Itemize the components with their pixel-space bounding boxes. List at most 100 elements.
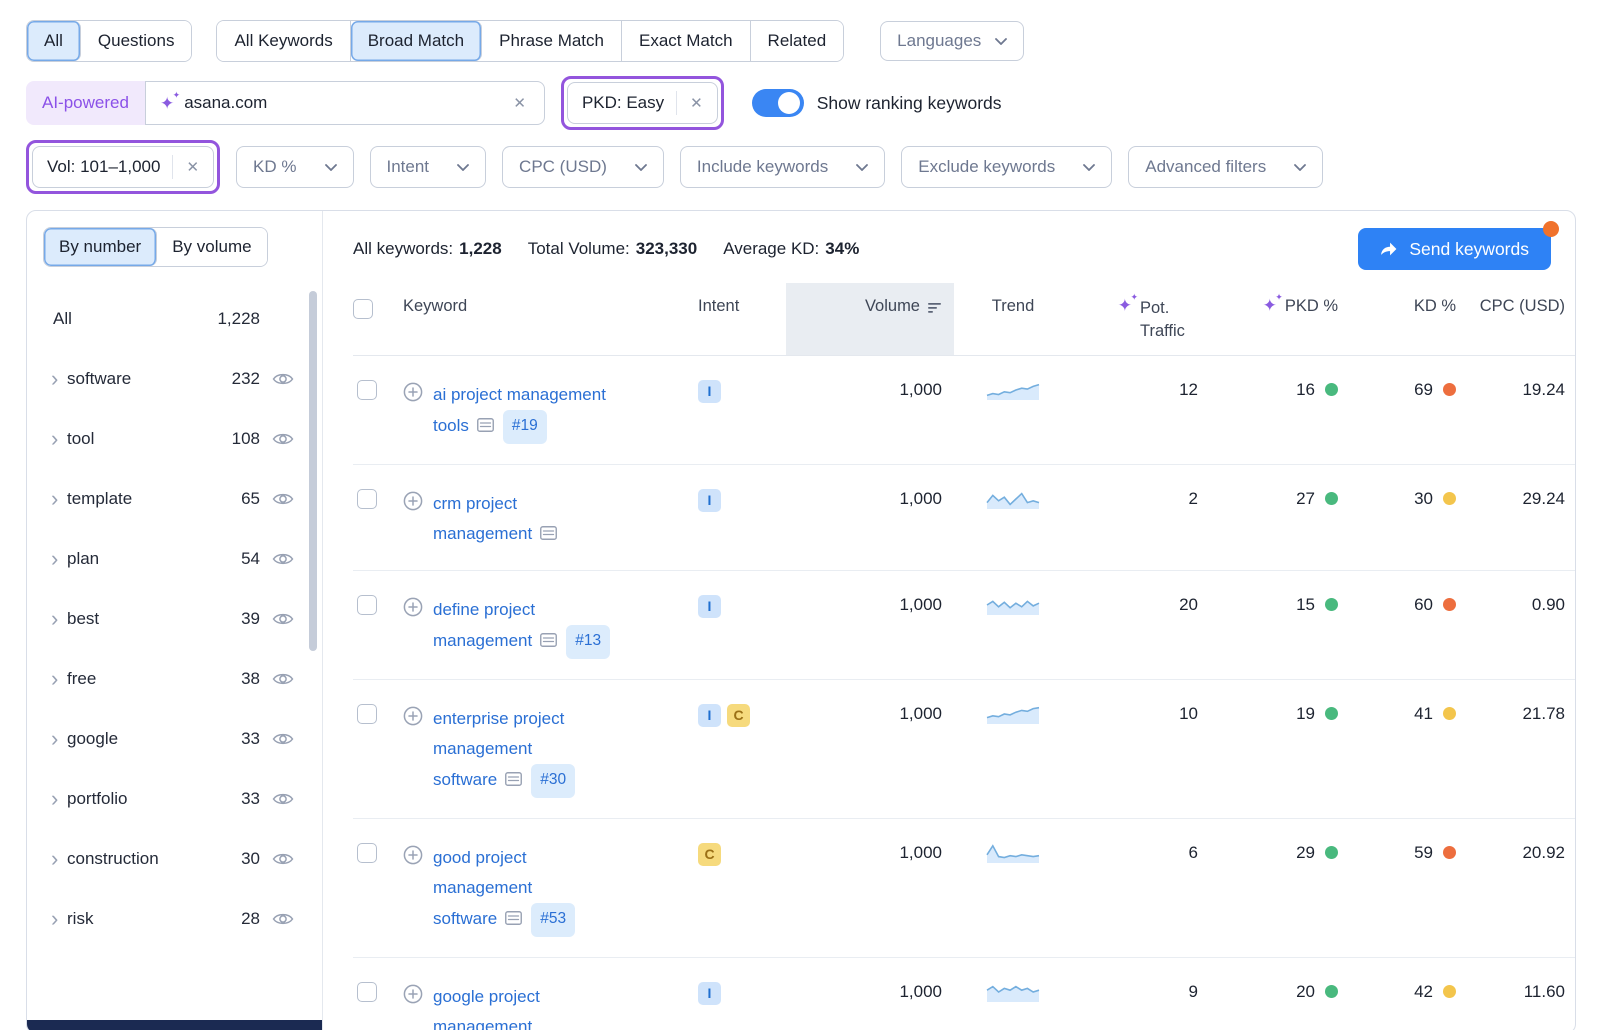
add-keyword-icon[interactable] [403,706,423,798]
eye-icon[interactable] [260,611,298,627]
keyword-group-row[interactable]: › construction 30 [41,829,298,889]
filter-dropdown-include-keywords[interactable]: Include keywords [680,146,885,188]
tab-exact-match[interactable]: Exact Match [622,21,751,61]
keyword-table-row: google projectmanagementtool #36 I 1,000… [353,957,1576,1030]
keyword-link[interactable]: good projectmanagementsoftware #53 [433,843,575,937]
eye-icon[interactable] [260,791,298,807]
volume-value: 1,000 [786,570,954,679]
eye-icon[interactable] [260,731,298,747]
serp-features-icon[interactable] [505,905,522,935]
group-count: 30 [200,849,260,869]
chevron-right-icon: › [41,488,67,510]
languages-dropdown[interactable]: Languages [880,21,1024,61]
show-ranking-keywords-toggle[interactable] [752,89,804,117]
pot-traffic-header-label: Pot. Traffic [1140,297,1198,343]
keyword-group-row[interactable]: › google 33 [41,709,298,769]
notification-dot [1543,221,1559,237]
kd-dot [1443,383,1456,396]
keyword-group-row[interactable]: › plan 54 [41,529,298,589]
pkd-dot [1325,383,1338,396]
keyword-table-row: define projectmanagement #13 I 1,000 20 … [353,570,1576,679]
filter-dropdown-cpc-usd-[interactable]: CPC (USD) [502,146,664,188]
remove-pkd-filter-icon[interactable]: ✕ [686,92,707,114]
group-row-all[interactable]: All 1,228 [41,289,298,349]
keyword-table-row: crm projectmanagement I 1,000 2 27 30 29… [353,464,1576,570]
row-checkbox[interactable] [357,489,377,509]
send-keywords-button[interactable]: Send keywords [1358,228,1551,270]
filter-dropdown-advanced-filters[interactable]: Advanced filters [1128,146,1323,188]
column-header-cpc[interactable]: CPC (USD) [1456,283,1576,355]
select-all-checkbox[interactable] [353,299,373,319]
serp-features-icon[interactable] [540,520,557,550]
eye-icon[interactable] [260,551,298,567]
row-checkbox[interactable] [357,982,377,1002]
tab-related[interactable]: Related [751,21,844,61]
add-keyword-icon[interactable] [403,491,423,550]
filter-label: KD % [253,157,296,177]
keyword-group-row[interactable]: › tool 108 [41,409,298,469]
tab-by-volume[interactable]: By volume [157,228,266,266]
column-header-kd[interactable]: KD % [1338,283,1456,355]
column-header-pkd[interactable]: ✦✦ PKD % [1208,283,1338,355]
keyword-link[interactable]: crm projectmanagement [433,489,557,550]
keyword-link[interactable]: google projectmanagementtool #36 [433,982,540,1030]
column-header-volume[interactable]: Volume [786,283,954,355]
add-keyword-icon[interactable] [403,382,423,444]
row-checkbox[interactable] [357,843,377,863]
keyword-group-row[interactable]: › free 38 [41,649,298,709]
trend-sparkline [985,485,1041,511]
serp-features-icon[interactable] [505,766,522,796]
eye-icon[interactable] [260,911,298,927]
pkd-filter-chip[interactable]: PKD: Easy ✕ [567,82,718,124]
total-volume-label: Total Volume: [528,239,630,258]
keyword-link[interactable]: enterprise projectmanagementsoftware #30 [433,704,575,798]
tab-all[interactable]: All [27,21,81,61]
eye-icon[interactable] [260,491,298,507]
horizontal-scrollbar[interactable] [27,1020,322,1030]
column-header-pot-traffic[interactable]: ✦✦ Pot. Traffic [1072,283,1208,355]
group-sort-tabs: By number By volume [43,227,268,267]
pkd-value: 15 [1296,595,1315,615]
eye-icon[interactable] [260,851,298,867]
keyword-link[interactable]: ai project managementtools #19 [433,380,606,444]
eye-icon[interactable] [260,371,298,387]
trend-sparkline [985,591,1041,617]
search-input[interactable] [184,93,499,113]
row-checkbox[interactable] [357,380,377,400]
tab-all-keywords[interactable]: All Keywords [217,21,350,61]
volume-filter-chip[interactable]: Vol: 101–1,000 ✕ [32,146,214,188]
keyword-group-row[interactable]: › software 232 [41,349,298,409]
tab-questions[interactable]: Questions [81,21,192,61]
keyword-group-row[interactable]: › portfolio 33 [41,769,298,829]
pkd-chip-label: PKD: Easy [582,93,664,113]
kd-value: 60 [1414,595,1433,615]
question-filter-group: All Questions [26,20,192,62]
chevron-right-icon: › [41,848,67,870]
eye-icon[interactable] [260,671,298,687]
intent-badges: I [698,595,721,618]
tab-broad-match[interactable]: Broad Match [351,21,482,61]
intent-badge-i: I [698,982,721,1005]
tab-by-number[interactable]: By number [44,228,157,266]
vertical-scrollbar-thumb[interactable] [309,291,317,651]
clear-search-icon[interactable]: ✕ [509,92,530,114]
row-checkbox[interactable] [357,595,377,615]
keyword-link[interactable]: define projectmanagement #13 [433,595,610,659]
row-checkbox[interactable] [357,704,377,724]
add-keyword-icon[interactable] [403,597,423,659]
volume-value: 1,000 [786,957,954,1030]
filter-dropdown-exclude-keywords[interactable]: Exclude keywords [901,146,1112,188]
column-header-intent: Intent [698,283,786,355]
eye-icon[interactable] [260,431,298,447]
serp-features-icon[interactable] [540,627,557,657]
keyword-group-row[interactable]: › best 39 [41,589,298,649]
tab-phrase-match[interactable]: Phrase Match [482,21,622,61]
filter-dropdown-kd-[interactable]: KD % [236,146,353,188]
serp-features-icon[interactable] [477,412,494,442]
add-keyword-icon[interactable] [403,984,423,1030]
keyword-group-row[interactable]: › risk 28 [41,889,298,949]
keyword-group-row[interactable]: › template 65 [41,469,298,529]
remove-volume-filter-icon[interactable]: ✕ [182,156,203,178]
filter-dropdown-intent[interactable]: Intent [370,146,487,188]
add-keyword-icon[interactable] [403,845,423,937]
